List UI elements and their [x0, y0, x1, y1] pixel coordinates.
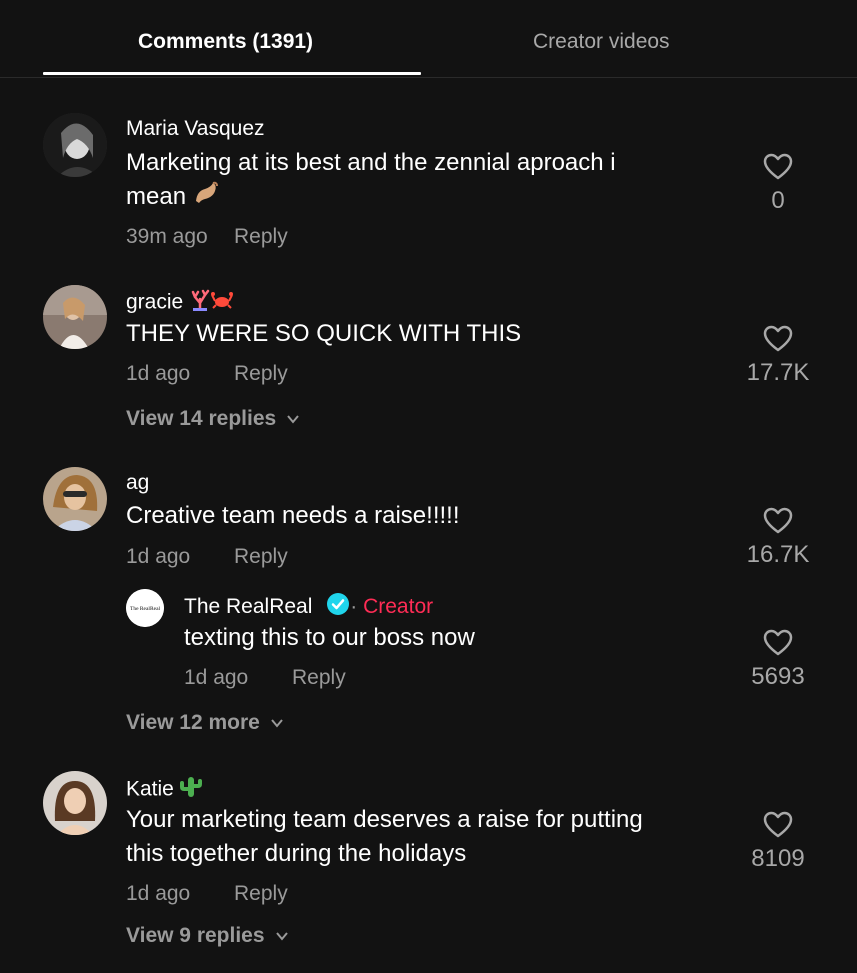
- heart-icon: [763, 629, 793, 656]
- heart-icon: [763, 811, 793, 838]
- heart-icon: [763, 153, 793, 180]
- comment-text: Your marketing team deserves a raise for…: [126, 803, 716, 871]
- separator-dot: ·: [350, 595, 358, 618]
- avatar[interactable]: [43, 771, 107, 835]
- avatar[interactable]: [43, 285, 107, 349]
- chevron-down-icon: [287, 415, 299, 424]
- like-count: 16.7K: [746, 541, 810, 568]
- creator-name[interactable]: The RealReal · Creator: [184, 592, 433, 622]
- comment-text: Marketing at its best and the zennial ap…: [126, 146, 716, 215]
- chevron-down-icon: [271, 719, 283, 728]
- creator-avatar[interactable]: The RealReal: [126, 589, 164, 627]
- comment-text-word: mean: [126, 183, 187, 210]
- coral-emoji-icon: [189, 289, 211, 317]
- reply-button[interactable]: Reply: [234, 225, 288, 249]
- tab-comments[interactable]: Comments (1391): [138, 30, 313, 54]
- heart-icon: [763, 325, 793, 352]
- reply-button[interactable]: Reply: [234, 362, 288, 386]
- comment-timestamp: 39m ago: [126, 225, 208, 248]
- like-count: 0: [771, 187, 785, 214]
- like-button[interactable]: 5693: [733, 629, 823, 691]
- pinching-hand-emoji-icon: [193, 181, 219, 215]
- view-replies-button[interactable]: View 14 replies: [126, 407, 300, 431]
- creator-logo-text: The RealReal: [130, 606, 161, 612]
- like-button[interactable]: 8109: [733, 811, 823, 873]
- cactus-emoji-icon: [179, 775, 202, 805]
- avatar[interactable]: [43, 467, 107, 531]
- crab-emoji-icon: [211, 289, 234, 317]
- commenter-name[interactable]: Katie: [126, 775, 202, 805]
- reply-timestamp: 1d ago: [184, 666, 249, 689]
- like-count: 17.7K: [746, 359, 810, 386]
- active-tab-indicator: [43, 72, 421, 75]
- chevron-down-icon: [275, 932, 288, 941]
- commenter-name-text: gracie: [126, 290, 184, 314]
- comment-timestamp: 1d ago: [126, 545, 191, 568]
- verified-badge-icon: [326, 592, 350, 622]
- like-button[interactable]: 17.7K: [733, 325, 823, 387]
- commenter-name[interactable]: gracie: [126, 289, 234, 317]
- reply-text: texting this to our boss now: [184, 624, 475, 651]
- tab-bar: Comments (1391) Creator videos: [0, 0, 857, 78]
- heart-icon: [763, 507, 793, 534]
- comment-text-line: Your marketing team deserves a raise for…: [126, 806, 643, 833]
- comment-text-line: mean: [126, 180, 716, 215]
- comment-timestamp: 1d ago: [126, 362, 191, 385]
- comment-text-line: this together during the holidays: [126, 840, 467, 867]
- tab-creator-videos[interactable]: Creator videos: [533, 30, 670, 54]
- reply-button[interactable]: Reply: [292, 666, 346, 690]
- view-replies-label: View 14 replies: [126, 407, 277, 430]
- view-replies-button[interactable]: View 9 replies: [126, 924, 289, 948]
- view-more-label: View 12 more: [126, 711, 260, 734]
- comment-text-line: Marketing at its best and the zennial ap…: [126, 149, 616, 176]
- reply-button[interactable]: Reply: [234, 545, 288, 569]
- like-count: 8109: [751, 845, 805, 872]
- reply-button[interactable]: Reply: [234, 882, 288, 906]
- commenter-name-text: Katie: [126, 777, 174, 801]
- like-count: 5693: [751, 663, 805, 690]
- creator-name-text: The RealReal: [184, 595, 313, 618]
- avatar[interactable]: [43, 113, 107, 177]
- view-replies-label: View 9 replies: [126, 924, 265, 947]
- view-more-button[interactable]: View 12 more: [126, 711, 284, 735]
- like-button[interactable]: 16.7K: [733, 507, 823, 569]
- creator-label: Creator: [363, 595, 434, 618]
- comment-text: Creative team needs a raise!!!!!: [126, 502, 460, 529]
- like-button[interactable]: 0: [733, 153, 823, 215]
- commenter-name[interactable]: Maria Vasquez: [126, 117, 265, 141]
- commenter-name[interactable]: ag: [126, 471, 149, 495]
- comment-text: THEY WERE SO QUICK WITH THIS: [126, 320, 522, 347]
- comment-timestamp: 1d ago: [126, 882, 191, 905]
